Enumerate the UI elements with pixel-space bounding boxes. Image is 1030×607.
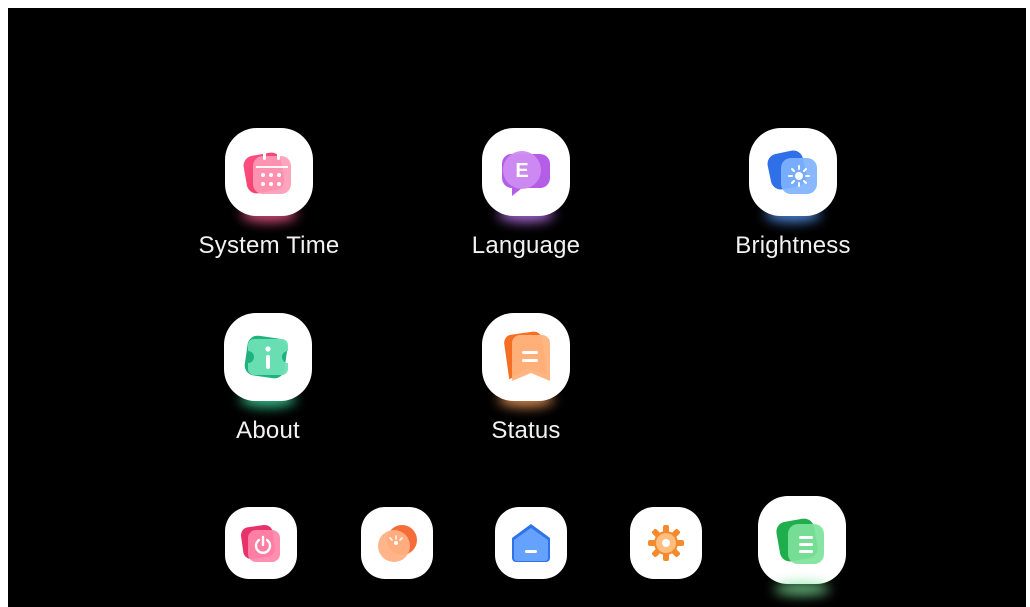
power-icon (240, 524, 280, 562)
dock-gear-button[interactable] (630, 507, 702, 579)
menu-item-about[interactable]: About (188, 313, 348, 453)
menu-item-system-time[interactable]: System Time (189, 128, 349, 268)
menu-item-status[interactable]: Status (446, 313, 606, 453)
menu-item-label: Language (471, 232, 581, 259)
menu-item-label: Brightness (735, 232, 851, 259)
calendar-icon (243, 151, 291, 194)
status-icon (504, 331, 550, 381)
dock-home-button[interactable] (495, 507, 567, 579)
svg-text:E: E (515, 160, 528, 182)
dock-settings-button[interactable] (758, 496, 846, 584)
menu-item-label: About (236, 417, 300, 444)
menu-item-label: System Time (198, 232, 340, 259)
dock-power-button[interactable] (225, 507, 297, 579)
gear-icon (648, 525, 684, 561)
info-icon (244, 335, 288, 379)
dock-active-glow (774, 583, 830, 595)
brightness-button[interactable] (749, 128, 837, 216)
language-icon: E (501, 151, 550, 196)
brightness-icon (767, 150, 817, 194)
language-button[interactable]: E (482, 128, 570, 216)
dock-weather-button[interactable] (361, 507, 433, 579)
menu-item-language[interactable]: E Language (446, 128, 606, 268)
device-screen: System Time E Language Brightness About … (8, 8, 1026, 607)
menu-item-label: Status (491, 417, 561, 444)
status-button[interactable] (482, 313, 570, 401)
system-time-button[interactable] (225, 128, 313, 216)
about-button[interactable] (224, 313, 312, 401)
menu-item-brightness[interactable]: Brightness (713, 128, 873, 268)
settings-list-icon (776, 518, 824, 564)
home-icon (512, 524, 550, 562)
weather-icon (378, 525, 417, 562)
